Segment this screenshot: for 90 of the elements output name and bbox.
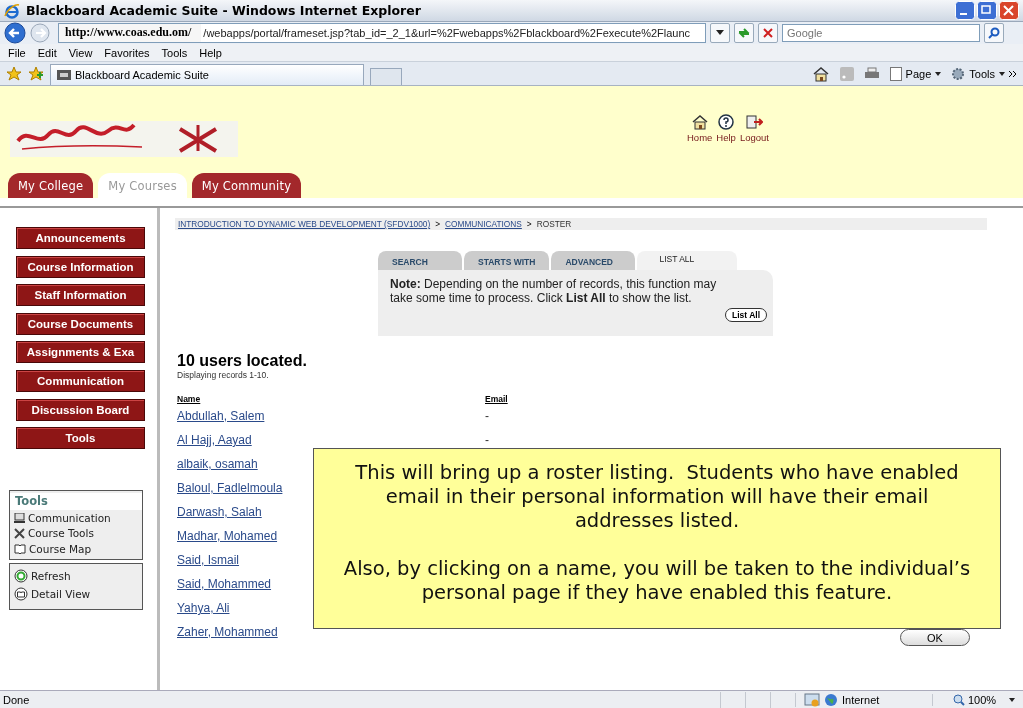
caret-icon[interactable] xyxy=(999,72,1005,76)
name-link[interactable]: Abdullah, Salem xyxy=(177,409,265,423)
computer-icon xyxy=(14,512,25,523)
name-link[interactable]: Zaher, Mohammed xyxy=(177,625,278,639)
ok-button[interactable]: OK xyxy=(900,629,970,646)
result-heading: 10 users located. xyxy=(177,352,308,370)
search-icon[interactable] xyxy=(984,23,1004,43)
course-menu-button[interactable]: Communication xyxy=(16,369,145,392)
menu-item[interactable]: Help xyxy=(193,46,228,59)
help-icon[interactable] xyxy=(718,114,735,130)
tool-link[interactable]: Communication xyxy=(28,511,111,524)
breadcrumb-current: ROSTER xyxy=(536,219,572,229)
tools-menu[interactable]: Tools xyxy=(969,68,995,80)
panel-title: Tools xyxy=(10,492,142,510)
back-icon[interactable] xyxy=(4,22,26,44)
callout-text: Also, by clicking on a name, you will be taken to the individual’s personal page if they have enabled this feature. xyxy=(342,557,972,605)
email-cell: - xyxy=(485,409,489,423)
refresh-icon xyxy=(14,569,28,583)
menu-item[interactable]: Tools xyxy=(155,46,194,59)
stop-icon[interactable] xyxy=(758,23,778,43)
menu-item[interactable]: Favorites xyxy=(98,46,156,59)
column-header[interactable]: Email xyxy=(485,394,508,404)
caret-icon[interactable] xyxy=(935,72,942,76)
caret-icon[interactable] xyxy=(1009,697,1016,702)
minimize-icon[interactable] xyxy=(955,1,975,20)
tool-link[interactable]: Course Map xyxy=(29,542,92,555)
name-link[interactable]: Baloul, Fadlelmoula xyxy=(177,481,283,495)
menu-item[interactable]: File xyxy=(2,46,32,59)
home-icon[interactable] xyxy=(811,66,830,82)
course-menu-button[interactable]: Announcements xyxy=(16,227,145,249)
more-icon[interactable] xyxy=(1009,70,1017,78)
logout-icon[interactable] xyxy=(745,114,764,130)
result-subheading: Displaying records 1-10. xyxy=(177,370,270,380)
print-icon[interactable] xyxy=(863,67,880,81)
name-link[interactable]: Madhar, Mohamed xyxy=(177,529,278,543)
zoom-level[interactable]: 100% xyxy=(968,693,997,706)
favorites-star-icon[interactable] xyxy=(6,65,22,82)
search-tab[interactable]: STARTS WITH xyxy=(464,251,550,270)
add-favorite-icon[interactable] xyxy=(28,65,44,82)
course-menu-button[interactable]: Staff Information xyxy=(16,284,145,307)
course-menu-button[interactable]: Course Information xyxy=(16,255,145,278)
close-icon[interactable] xyxy=(999,1,1019,20)
window-title: Blackboard Academic Suite - Windows Internet Explorer xyxy=(26,3,422,18)
course-menu-button[interactable]: Assignments & Exa xyxy=(16,341,145,364)
portal-tab[interactable]: My Community xyxy=(191,173,302,198)
callout-text: This will bring up a roster listing. Students who have enabled email in their personal information will have their email addresses listed. xyxy=(354,461,960,533)
name-link[interactable]: Said, Ismail xyxy=(177,553,240,567)
course-menu-button[interactable]: Course Documents xyxy=(16,312,145,335)
browser-tab[interactable]: Blackboard Academic Suite xyxy=(50,64,364,85)
name-link[interactable]: albaik, osamah xyxy=(177,457,258,471)
dropdown-icon[interactable] xyxy=(710,23,730,43)
status-text: Done xyxy=(3,693,31,706)
breadcrumb-separator: > xyxy=(435,219,441,229)
list-all-button[interactable]: List All xyxy=(724,308,767,322)
address-field[interactable]: http://www.coas.edu.om/ /webapps/portal/frameset.jsp?tab_id=_2_1&url=%2Fwebapps%2Fblackboard%2Fexecute%2Flaunc xyxy=(58,23,706,43)
column-header[interactable]: Name xyxy=(177,394,201,404)
tool-link[interactable]: Course Tools xyxy=(28,527,94,539)
breadcrumb-link[interactable]: INTRODUCTION TO DYNAMIC WEB DEVELOPMENT (SFDV1000) xyxy=(178,219,431,229)
maximize-icon[interactable] xyxy=(977,1,997,20)
view-link[interactable]: Refresh xyxy=(31,570,71,582)
search-tab[interactable]: SEARCH xyxy=(378,251,462,270)
breadcrumb-separator: > xyxy=(526,219,532,229)
name-link[interactable]: Said, Mohammed xyxy=(177,577,272,591)
name-link[interactable]: Yahya, Ali xyxy=(177,601,230,615)
zone-text: Internet xyxy=(842,693,880,706)
note-text: Note: Depending on the number of records, this function may take some time to process. Click List All to show the list. xyxy=(390,277,718,305)
menu-item[interactable]: View xyxy=(62,46,99,59)
gear-icon[interactable] xyxy=(951,67,966,81)
nav-link[interactable]: Home xyxy=(687,132,713,143)
name-link[interactable]: Darwash, Salah xyxy=(177,505,262,519)
home-icon[interactable] xyxy=(690,114,709,130)
email-cell: - xyxy=(485,433,489,447)
ie-logo-icon xyxy=(4,2,20,19)
breadcrumb-link[interactable]: COMMUNICATIONS xyxy=(445,219,522,229)
name-link[interactable]: Al Hajj, Aayad xyxy=(177,433,252,447)
nav-link[interactable]: Logout xyxy=(739,132,769,143)
search-tab[interactable]: ADVANCED xyxy=(551,251,636,270)
search-field[interactable]: Google xyxy=(782,24,980,42)
globe-icon xyxy=(824,692,838,707)
site-icon xyxy=(57,70,71,80)
page-icon[interactable] xyxy=(889,67,902,81)
course-menu-button[interactable]: Discussion Board xyxy=(16,398,145,421)
view-link[interactable]: Detail View xyxy=(31,587,91,600)
zoom-icon[interactable] xyxy=(953,693,965,706)
course-menu-button[interactable]: Tools xyxy=(16,427,145,450)
search-tab[interactable]: LIST ALL xyxy=(637,251,738,270)
portal-tab[interactable]: My College xyxy=(8,173,94,198)
menu-item[interactable]: Edit xyxy=(31,46,63,59)
nav-link[interactable]: Help xyxy=(716,132,736,143)
page-menu[interactable]: Page xyxy=(905,68,932,80)
